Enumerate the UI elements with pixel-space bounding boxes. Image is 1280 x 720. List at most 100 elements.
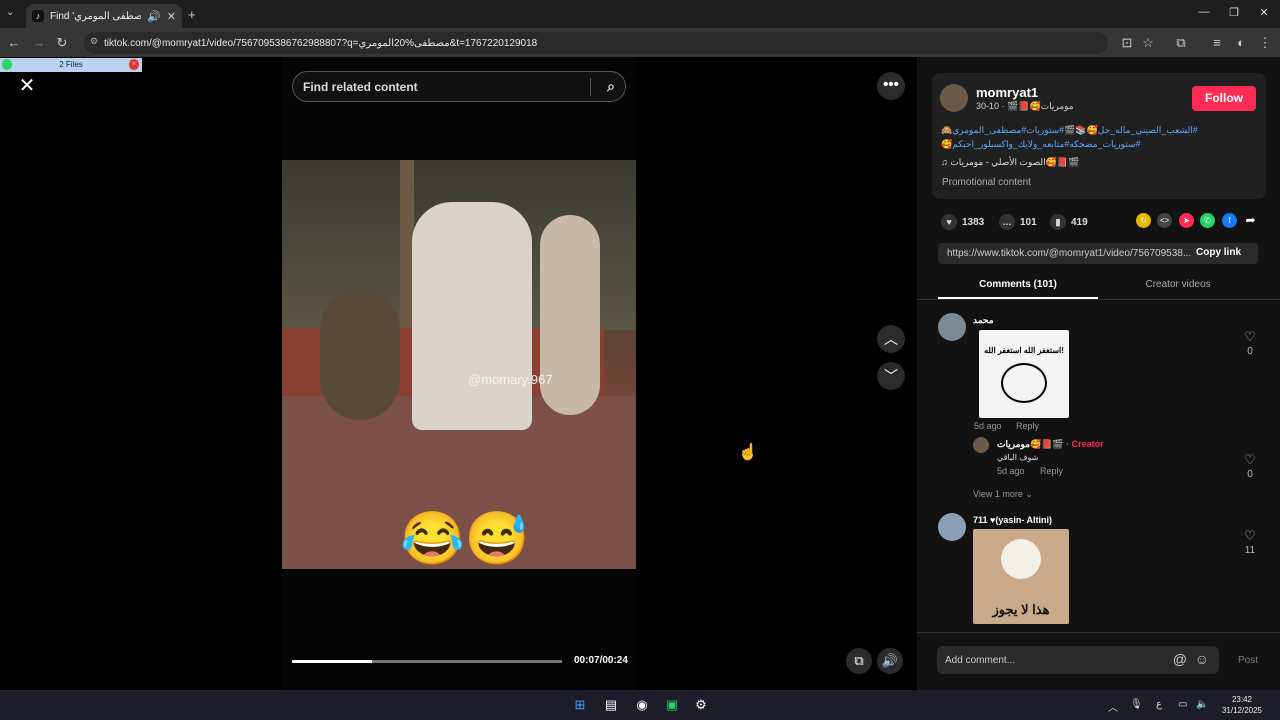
volume-button[interactable]: 🔊 bbox=[877, 648, 903, 674]
floating-player-button[interactable]: ⧉ bbox=[846, 648, 872, 674]
next-video-button[interactable]: ﹀ bbox=[877, 362, 905, 390]
reply-link[interactable]: Reply bbox=[1016, 421, 1039, 431]
post-button[interactable]: Post bbox=[1238, 655, 1258, 666]
chrome-icon[interactable]: ◉ bbox=[631, 695, 653, 715]
microphone-icon[interactable]: 🎙 bbox=[1130, 699, 1143, 710]
comment-stat[interactable]: … 101 bbox=[999, 214, 1037, 230]
more-options-button[interactable]: ••• bbox=[877, 72, 905, 100]
install-icon[interactable]: ⊡ bbox=[1118, 35, 1136, 51]
music-label[interactable]: ♫ الصوت الأصلي - مومريات🥰📕🎬 bbox=[941, 157, 1079, 168]
commenter-avatar[interactable] bbox=[938, 313, 966, 341]
extensions-icon[interactable]: ⧉ bbox=[1172, 35, 1190, 51]
comment-time: 5d ago bbox=[974, 421, 1002, 431]
search-icon[interactable]: ⌕ bbox=[607, 78, 615, 95]
video-description: #الشعب_الصيني_ماله_حل🥰📚🎬#ستوريات#مصطفى_ا… bbox=[941, 125, 1198, 149]
commenter-name[interactable]: محمد bbox=[973, 315, 994, 326]
close-window-icon[interactable]: ✕ bbox=[1254, 6, 1274, 19]
comment-icon: … bbox=[999, 214, 1015, 230]
windows-start-icon[interactable]: ⊞ bbox=[569, 695, 591, 715]
profile-icon[interactable]: ◐ bbox=[1232, 35, 1250, 50]
video-time: 00:07/00:24 bbox=[574, 655, 628, 666]
bookmark-star-icon[interactable]: ☆ bbox=[1139, 35, 1157, 51]
commenter-name[interactable]: 711 ♥(yasin- Altini) bbox=[973, 515, 1052, 525]
video-progress-fill bbox=[292, 660, 372, 663]
add-comment-placeholder: Add comment... bbox=[945, 654, 1016, 666]
tab-list-icon[interactable]: ⌄ bbox=[6, 7, 14, 18]
video-progress-bar[interactable] bbox=[292, 660, 562, 663]
tray-chevron-icon[interactable]: ︿ bbox=[1108, 699, 1118, 714]
comment-like-count: 11 bbox=[1244, 545, 1256, 556]
copy-link-button[interactable]: Copy link bbox=[1196, 247, 1241, 258]
network-icon[interactable]: ▭ bbox=[1178, 699, 1187, 710]
reload-icon[interactable]: ↻ bbox=[53, 35, 71, 51]
comment-like-icon[interactable]: ♡ bbox=[1240, 528, 1260, 544]
follow-button[interactable]: Follow bbox=[1192, 86, 1256, 111]
share-arrow-icon[interactable]: ➦ bbox=[1243, 213, 1258, 228]
volume-tray-icon[interactable]: 🔈 bbox=[1196, 699, 1208, 710]
author-avatar[interactable] bbox=[940, 84, 968, 112]
previous-video-button[interactable]: ︿ bbox=[877, 325, 905, 353]
comment-count: 101 bbox=[1020, 216, 1037, 228]
embed-icon[interactable]: <> bbox=[1157, 213, 1172, 228]
reply-link[interactable]: Reply bbox=[1040, 466, 1063, 476]
reply-like-icon[interactable]: ♡ bbox=[1240, 452, 1260, 468]
whatsapp-share-icon[interactable]: ✆ bbox=[1200, 213, 1215, 228]
save-stat[interactable]: ▮ 419 bbox=[1050, 214, 1088, 230]
close-icon[interactable]: × bbox=[129, 59, 139, 70]
media-icon[interactable]: ≡ bbox=[1208, 35, 1226, 50]
back-icon[interactable]: ← bbox=[5, 35, 23, 50]
mention-icon[interactable]: @ bbox=[1173, 651, 1187, 667]
promotional-label: Promotional content bbox=[942, 177, 1031, 188]
steam-icon[interactable]: ⚙ bbox=[690, 695, 712, 715]
new-tab-button[interactable]: + bbox=[188, 7, 196, 22]
reply-author-name[interactable]: مومريات🥰📕🎬 · Creator bbox=[997, 439, 1104, 450]
tab-creator-videos[interactable]: Creator videos bbox=[1098, 279, 1258, 290]
related-search-input[interactable]: Find related content ⌕ bbox=[292, 71, 626, 102]
minimize-icon[interactable]: — bbox=[1194, 6, 1214, 18]
like-count: 1383 bbox=[962, 216, 985, 228]
bookmark-icon: ▮ bbox=[1050, 214, 1066, 230]
forward-icon[interactable]: → bbox=[30, 35, 48, 50]
sticker-text: استغفر الله استغفر الله! bbox=[984, 346, 1064, 355]
sticker-face bbox=[1001, 363, 1047, 403]
repost-icon[interactable]: ↻ bbox=[1136, 213, 1151, 228]
restore-icon[interactable]: ❐ bbox=[1224, 6, 1244, 19]
close-tab-icon[interactable]: ✕ bbox=[167, 10, 176, 23]
site-info-icon[interactable]: ⚙ bbox=[90, 36, 98, 47]
clock-date: 31/12/2025 bbox=[1221, 706, 1263, 715]
reply-text: شوف الباقي bbox=[997, 453, 1039, 462]
view-more-replies[interactable]: View 1 more ⌄ bbox=[973, 489, 1033, 500]
tiktok-icon: ♪ bbox=[32, 10, 44, 22]
file-explorer-icon[interactable]: ▤ bbox=[600, 695, 622, 715]
save-count: 419 bbox=[1071, 216, 1088, 228]
tab-title: Find 'مصطفى المومري' on T bbox=[50, 10, 142, 22]
comment-sticker[interactable]: استغفر الله استغفر الله! bbox=[979, 330, 1069, 418]
tab-comments[interactable]: Comments (101) bbox=[938, 279, 1098, 290]
comment-like-icon[interactable]: ♡ bbox=[1240, 329, 1260, 345]
emoji-icon[interactable]: ☺ bbox=[1195, 651, 1209, 667]
files-bar[interactable]: 2 Files × bbox=[0, 58, 142, 72]
chevron-down-icon: ⌄ bbox=[1025, 489, 1033, 499]
language-indicator[interactable]: ع bbox=[1156, 699, 1162, 710]
commenter-avatar[interactable] bbox=[938, 513, 966, 541]
menu-icon[interactable]: ⋮ bbox=[1256, 35, 1274, 51]
whatsapp-taskbar-icon[interactable]: ▣ bbox=[661, 695, 683, 715]
clock-time: 23:42 bbox=[1231, 695, 1253, 704]
speaker-icon[interactable]: 🔊 bbox=[147, 10, 161, 23]
comment-sticker[interactable]: هذا لا يجوز bbox=[973, 529, 1069, 624]
add-comment-input[interactable]: Add comment... @ ☺ bbox=[937, 646, 1219, 674]
close-video-button[interactable]: ✕ bbox=[14, 73, 40, 99]
send-icon[interactable]: ➤ bbox=[1179, 213, 1194, 228]
browser-tab[interactable]: ♪ Find 'مصطفى المومري' on T 🔊 ✕ bbox=[26, 4, 182, 28]
search-placeholder: Find related content bbox=[303, 79, 418, 94]
creator-avatar[interactable] bbox=[973, 437, 989, 453]
facebook-icon[interactable]: f bbox=[1222, 213, 1237, 228]
system-clock[interactable]: 23:42 31/12/2025 bbox=[1214, 694, 1270, 716]
like-stat[interactable]: ♥ 1383 bbox=[941, 214, 984, 230]
video-emoji: 😂😅 bbox=[400, 510, 530, 568]
url-field[interactable]: ⚙ tiktok.com/@momryat1/video/75670953867… bbox=[84, 32, 1108, 54]
creator-badge: · Creator bbox=[1066, 439, 1104, 449]
author-username[interactable]: momryat1 bbox=[976, 85, 1038, 100]
reply-time: 5d ago bbox=[997, 466, 1025, 476]
mouse-cursor: ☝ bbox=[738, 444, 758, 461]
